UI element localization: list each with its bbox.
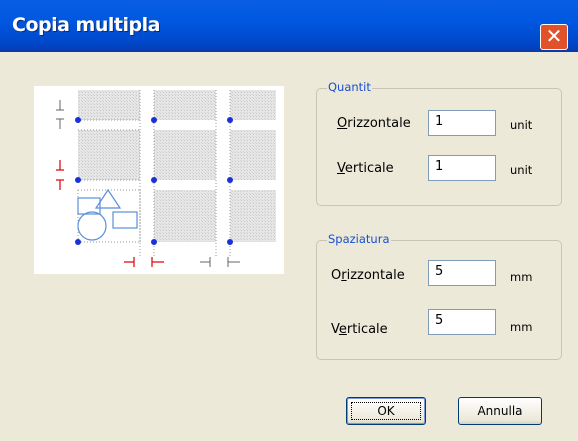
copy-multiple-dialog: Copia multipla ✕ Quantit Orizzontale 1 u… [0, 0, 578, 441]
layout-preview [34, 86, 284, 274]
spacing-horizontal-unit: mm [510, 270, 533, 284]
spacing-vertical-input[interactable]: 5 [428, 309, 496, 335]
quantity-group: Quantit Orizzontale 1 unit Verticale 1 u… [316, 80, 562, 206]
spacing-horizontal-input[interactable]: 5 [428, 260, 496, 286]
quantity-horizontal-input[interactable]: 1 [428, 110, 496, 136]
spacing-vertical-unit: mm [510, 320, 533, 334]
copy-cell [78, 90, 140, 120]
grid-preview-illustration [56, 90, 276, 267]
copy-cell [78, 130, 140, 180]
cancel-button[interactable]: Annulla [458, 397, 542, 425]
close-icon: ✕ [545, 24, 563, 48]
focus-rectangle [351, 402, 421, 420]
quantity-vertical-input[interactable]: 1 [428, 155, 496, 181]
title-bar: Copia multipla ✕ [0, 0, 578, 52]
spacing-horizontal-label: Orizzontale [331, 268, 405, 283]
cancel-button-label: Annulla [477, 404, 523, 418]
close-button[interactable]: ✕ [540, 24, 568, 50]
quantity-legend: Quantit [327, 80, 372, 94]
copy-cell [230, 130, 276, 180]
quantity-horizontal-label: Orizzontale [337, 116, 411, 131]
copy-cells [78, 90, 276, 242]
copy-cell [230, 90, 276, 120]
quantity-vertical-unit: unit [510, 163, 533, 177]
copy-cell [154, 190, 216, 242]
copy-cell [154, 130, 216, 180]
copy-cell [230, 190, 276, 242]
vertical-spacing-markers [56, 100, 64, 190]
horizontal-spacing-markers [124, 257, 240, 267]
quantity-vertical-label: Verticale [337, 161, 394, 176]
dialog-title: Copia multipla [12, 14, 160, 36]
spacing-legend: Spaziatura [327, 232, 391, 246]
quantity-horizontal-unit: unit [510, 118, 533, 132]
spacing-group: Spaziatura Orizzontale 5 mm Verticale 5 … [316, 232, 562, 360]
spacing-vertical-label: Verticale [331, 322, 388, 337]
copy-cell [154, 90, 216, 120]
original-shapes [77, 188, 138, 241]
ok-button[interactable]: OK [346, 397, 426, 425]
